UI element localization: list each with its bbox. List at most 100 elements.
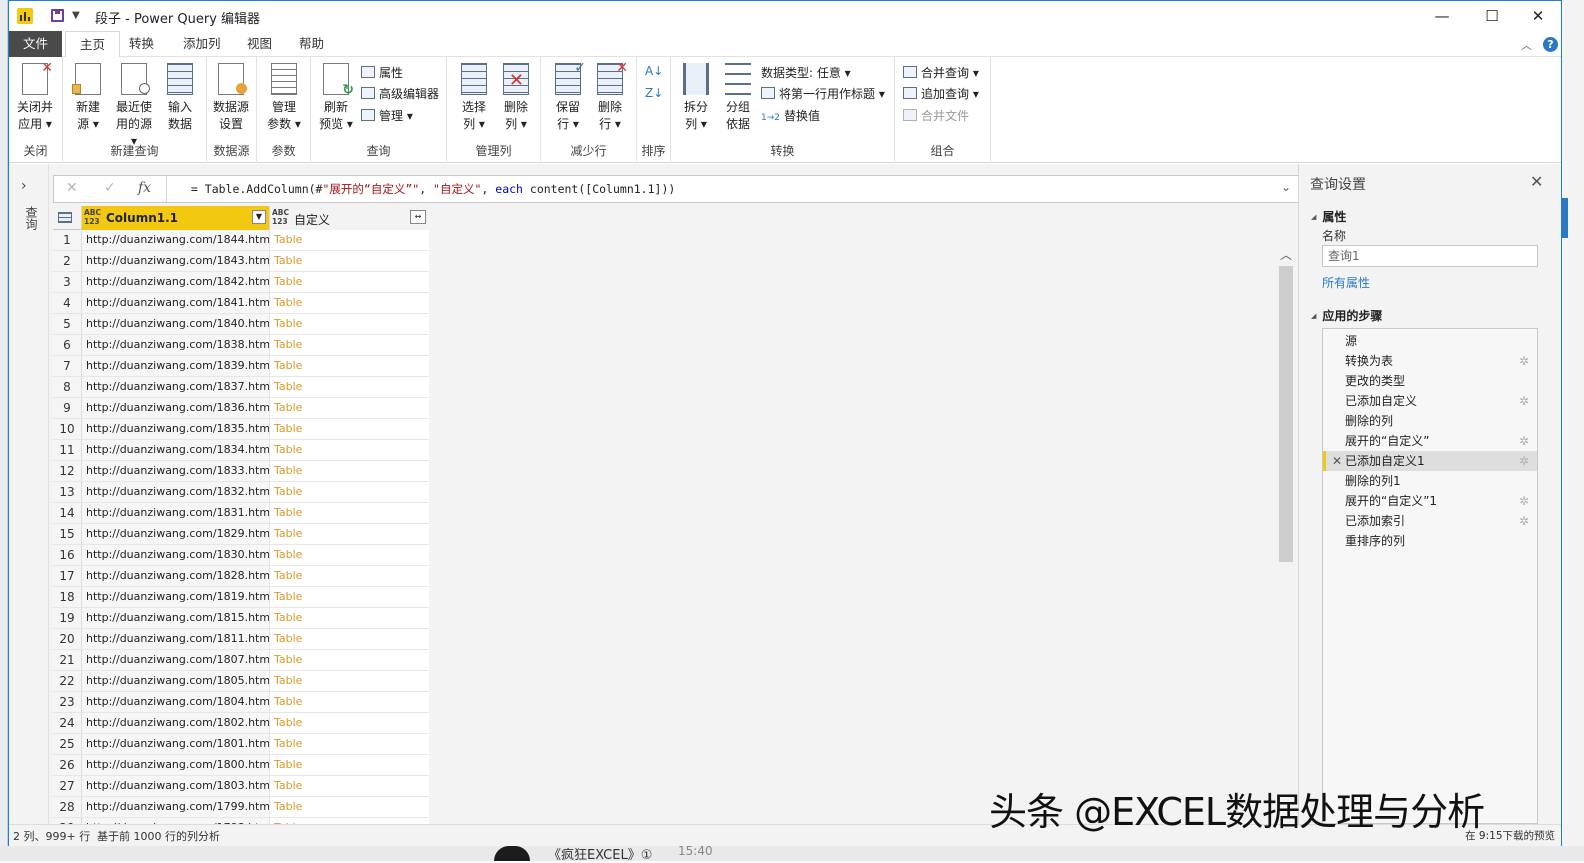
gear-icon[interactable]: ✲ xyxy=(1519,351,1529,371)
gear-icon[interactable]: ✲ xyxy=(1519,511,1529,531)
cell-url[interactable]: http://duanziwang.com/1839.html xyxy=(82,356,269,376)
applied-step[interactable]: 删除的列 xyxy=(1323,411,1537,431)
cell-url[interactable]: http://duanziwang.com/1804.html xyxy=(82,692,269,712)
table-row[interactable]: 26 http://duanziwang.com/1800.html Table xyxy=(53,755,429,776)
maximize-button[interactable]: ☐ xyxy=(1469,1,1515,31)
applied-step[interactable]: 展开的“自定义” ✲ xyxy=(1323,431,1537,451)
save-icon[interactable] xyxy=(51,9,64,22)
choose-columns-button[interactable]: 选择列 ▾ xyxy=(453,63,495,133)
applied-step[interactable]: 删除的列1 xyxy=(1323,471,1537,491)
cell-table-link[interactable]: Table xyxy=(269,524,429,544)
cell-table-link[interactable]: Table xyxy=(269,293,429,313)
table-row[interactable]: 24 http://duanziwang.com/1802.html Table xyxy=(53,713,429,734)
cell-table-link[interactable]: Table xyxy=(269,629,429,649)
cancel-formula-icon[interactable]: ✕ xyxy=(66,180,78,196)
tab-help[interactable]: 帮助 xyxy=(285,31,338,57)
tab-file[interactable]: 文件 xyxy=(9,31,63,57)
cell-url[interactable]: http://duanziwang.com/1843.html xyxy=(82,251,269,271)
column-header-custom[interactable]: ABC 123 自定义 ↔ xyxy=(269,206,429,230)
table-row[interactable]: 13 http://duanziwang.com/1832.html Table xyxy=(53,482,429,503)
applied-step[interactable]: 转换为表 ✲ xyxy=(1323,351,1537,371)
minimize-button[interactable]: — xyxy=(1419,1,1465,31)
cell-table-link[interactable]: Table xyxy=(269,335,429,355)
cell-table-link[interactable]: Table xyxy=(269,482,429,502)
cell-url[interactable]: http://duanziwang.com/1802.html xyxy=(82,713,269,733)
datasource-settings-button[interactable]: 数据源 设置 xyxy=(210,63,252,133)
data-type-dropdown[interactable]: 数据类型: 任意 ▾ xyxy=(761,63,851,83)
properties-section-header[interactable]: 属性 xyxy=(1311,208,1346,225)
sort-descending-icon[interactable]: Z↓ xyxy=(645,83,663,103)
cell-url[interactable]: http://duanziwang.com/1815.html xyxy=(82,608,269,628)
table-row[interactable]: 9 http://duanziwang.com/1836.html Table xyxy=(53,398,429,419)
table-row[interactable]: 4 http://duanziwang.com/1841.html Table xyxy=(53,293,429,314)
applied-step[interactable]: ✕ 已添加自定义1 ✲ xyxy=(1323,451,1537,471)
cell-url[interactable]: http://duanziwang.com/1803.html xyxy=(82,776,269,796)
table-row[interactable]: 3 http://duanziwang.com/1842.html Table xyxy=(53,272,429,293)
cell-url[interactable]: http://duanziwang.com/1811.html xyxy=(82,629,269,649)
cell-url[interactable]: http://duanziwang.com/1836.html xyxy=(82,398,269,418)
merge-queries-button[interactable]: 合并查询 ▾ xyxy=(903,63,979,83)
help-icon[interactable]: ? xyxy=(1543,37,1558,52)
table-row[interactable]: 28 http://duanziwang.com/1799.html Table xyxy=(53,797,429,818)
table-row[interactable]: 8 http://duanziwang.com/1837.html Table xyxy=(53,377,429,398)
applied-steps-header[interactable]: 应用的步骤 xyxy=(1311,307,1382,324)
table-row[interactable]: 5 http://duanziwang.com/1840.html Table xyxy=(53,314,429,335)
table-row[interactable]: 15 http://duanziwang.com/1829.html Table xyxy=(53,524,429,545)
profiling-status[interactable]: 基于前 1000 行的列分析 xyxy=(97,828,220,844)
cell-url[interactable]: http://duanziwang.com/1807.html xyxy=(82,650,269,670)
cell-table-link[interactable]: Table xyxy=(269,251,429,271)
table-row[interactable]: 18 http://duanziwang.com/1819.html Table xyxy=(53,587,429,608)
cell-table-link[interactable]: Table xyxy=(269,503,429,523)
scroll-thumb[interactable] xyxy=(1279,266,1293,562)
cell-url[interactable]: http://duanziwang.com/1799.html xyxy=(82,797,269,817)
applied-step[interactable]: 更改的类型 xyxy=(1323,371,1537,391)
gear-icon[interactable]: ✲ xyxy=(1519,451,1529,471)
cell-table-link[interactable]: Table xyxy=(269,272,429,292)
first-row-header-button[interactable]: 将第一行用作标题 ▾ xyxy=(761,84,885,104)
all-properties-link[interactable]: 所有属性 xyxy=(1322,274,1370,291)
table-row[interactable]: 21 http://duanziwang.com/1807.html Table xyxy=(53,650,429,671)
cell-table-link[interactable]: Table xyxy=(269,356,429,376)
cell-table-link[interactable]: Table xyxy=(269,230,429,250)
vertical-scrollbar[interactable]: ︿ xyxy=(1277,246,1295,824)
applied-step[interactable]: 已添加自定义 ✲ xyxy=(1323,391,1537,411)
query-name-input[interactable]: 查询1 xyxy=(1322,245,1538,267)
gear-icon[interactable]: ✲ xyxy=(1519,391,1529,411)
queries-pane-label[interactable]: 查询 xyxy=(23,206,40,230)
table-row[interactable]: 11 http://duanziwang.com/1834.html Table xyxy=(53,440,429,461)
advanced-editor-button[interactable]: 高级编辑器 xyxy=(361,84,439,104)
new-source-button[interactable]: 新建源 ▾ xyxy=(67,63,109,133)
remove-rows-button[interactable]: ✕ 删除行 ▾ xyxy=(589,60,631,133)
scroll-up-icon[interactable]: ︿ xyxy=(1280,246,1292,263)
applied-step[interactable]: 重排序的列 xyxy=(1323,531,1537,551)
cell-table-link[interactable]: Table xyxy=(269,587,429,607)
split-column-button[interactable]: 拆分列 ▾ xyxy=(675,63,717,133)
manage-params-button[interactable]: 管理 参数 ▾ xyxy=(263,63,305,133)
cell-url[interactable]: http://duanziwang.com/1800.html xyxy=(82,755,269,775)
applied-step[interactable]: 展开的“自定义”1 ✲ xyxy=(1323,491,1537,511)
tab-home[interactable]: 主页 xyxy=(65,31,121,58)
table-row[interactable]: 19 http://duanziwang.com/1815.html Table xyxy=(53,608,429,629)
cell-table-link[interactable]: Table xyxy=(269,608,429,628)
gear-icon[interactable]: ✲ xyxy=(1519,431,1529,451)
expand-queries-icon[interactable]: › xyxy=(21,178,27,194)
gear-icon[interactable]: ✲ xyxy=(1519,491,1529,511)
cell-table-link[interactable]: Table xyxy=(269,650,429,670)
table-row[interactable]: 2 http://duanziwang.com/1843.html Table xyxy=(53,251,429,272)
cell-table-link[interactable]: Table xyxy=(269,671,429,691)
cell-url[interactable]: http://duanziwang.com/1830.html xyxy=(82,545,269,565)
cell-table-link[interactable]: Table xyxy=(269,461,429,481)
cell-url[interactable]: http://duanziwang.com/1831.html xyxy=(82,503,269,523)
cell-table-link[interactable]: Table xyxy=(269,755,429,775)
table-row[interactable]: 27 http://duanziwang.com/1803.html Table xyxy=(53,776,429,797)
cell-url[interactable]: http://duanziwang.com/1828.html xyxy=(82,566,269,586)
table-row[interactable]: 10 http://duanziwang.com/1835.html Table xyxy=(53,419,429,440)
applied-step[interactable]: 源 xyxy=(1323,331,1537,351)
table-menu-button[interactable] xyxy=(53,206,82,230)
close-apply-button[interactable]: ✕ 关闭并 应用 ▾ xyxy=(14,60,56,133)
cell-table-link[interactable]: Table xyxy=(269,398,429,418)
cell-url[interactable]: http://duanziwang.com/1832.html xyxy=(82,482,269,502)
table-row[interactable]: 12 http://duanziwang.com/1833.html Table xyxy=(53,461,429,482)
table-row[interactable]: 23 http://duanziwang.com/1804.html Table xyxy=(53,692,429,713)
cell-table-link[interactable]: Table xyxy=(269,314,429,334)
